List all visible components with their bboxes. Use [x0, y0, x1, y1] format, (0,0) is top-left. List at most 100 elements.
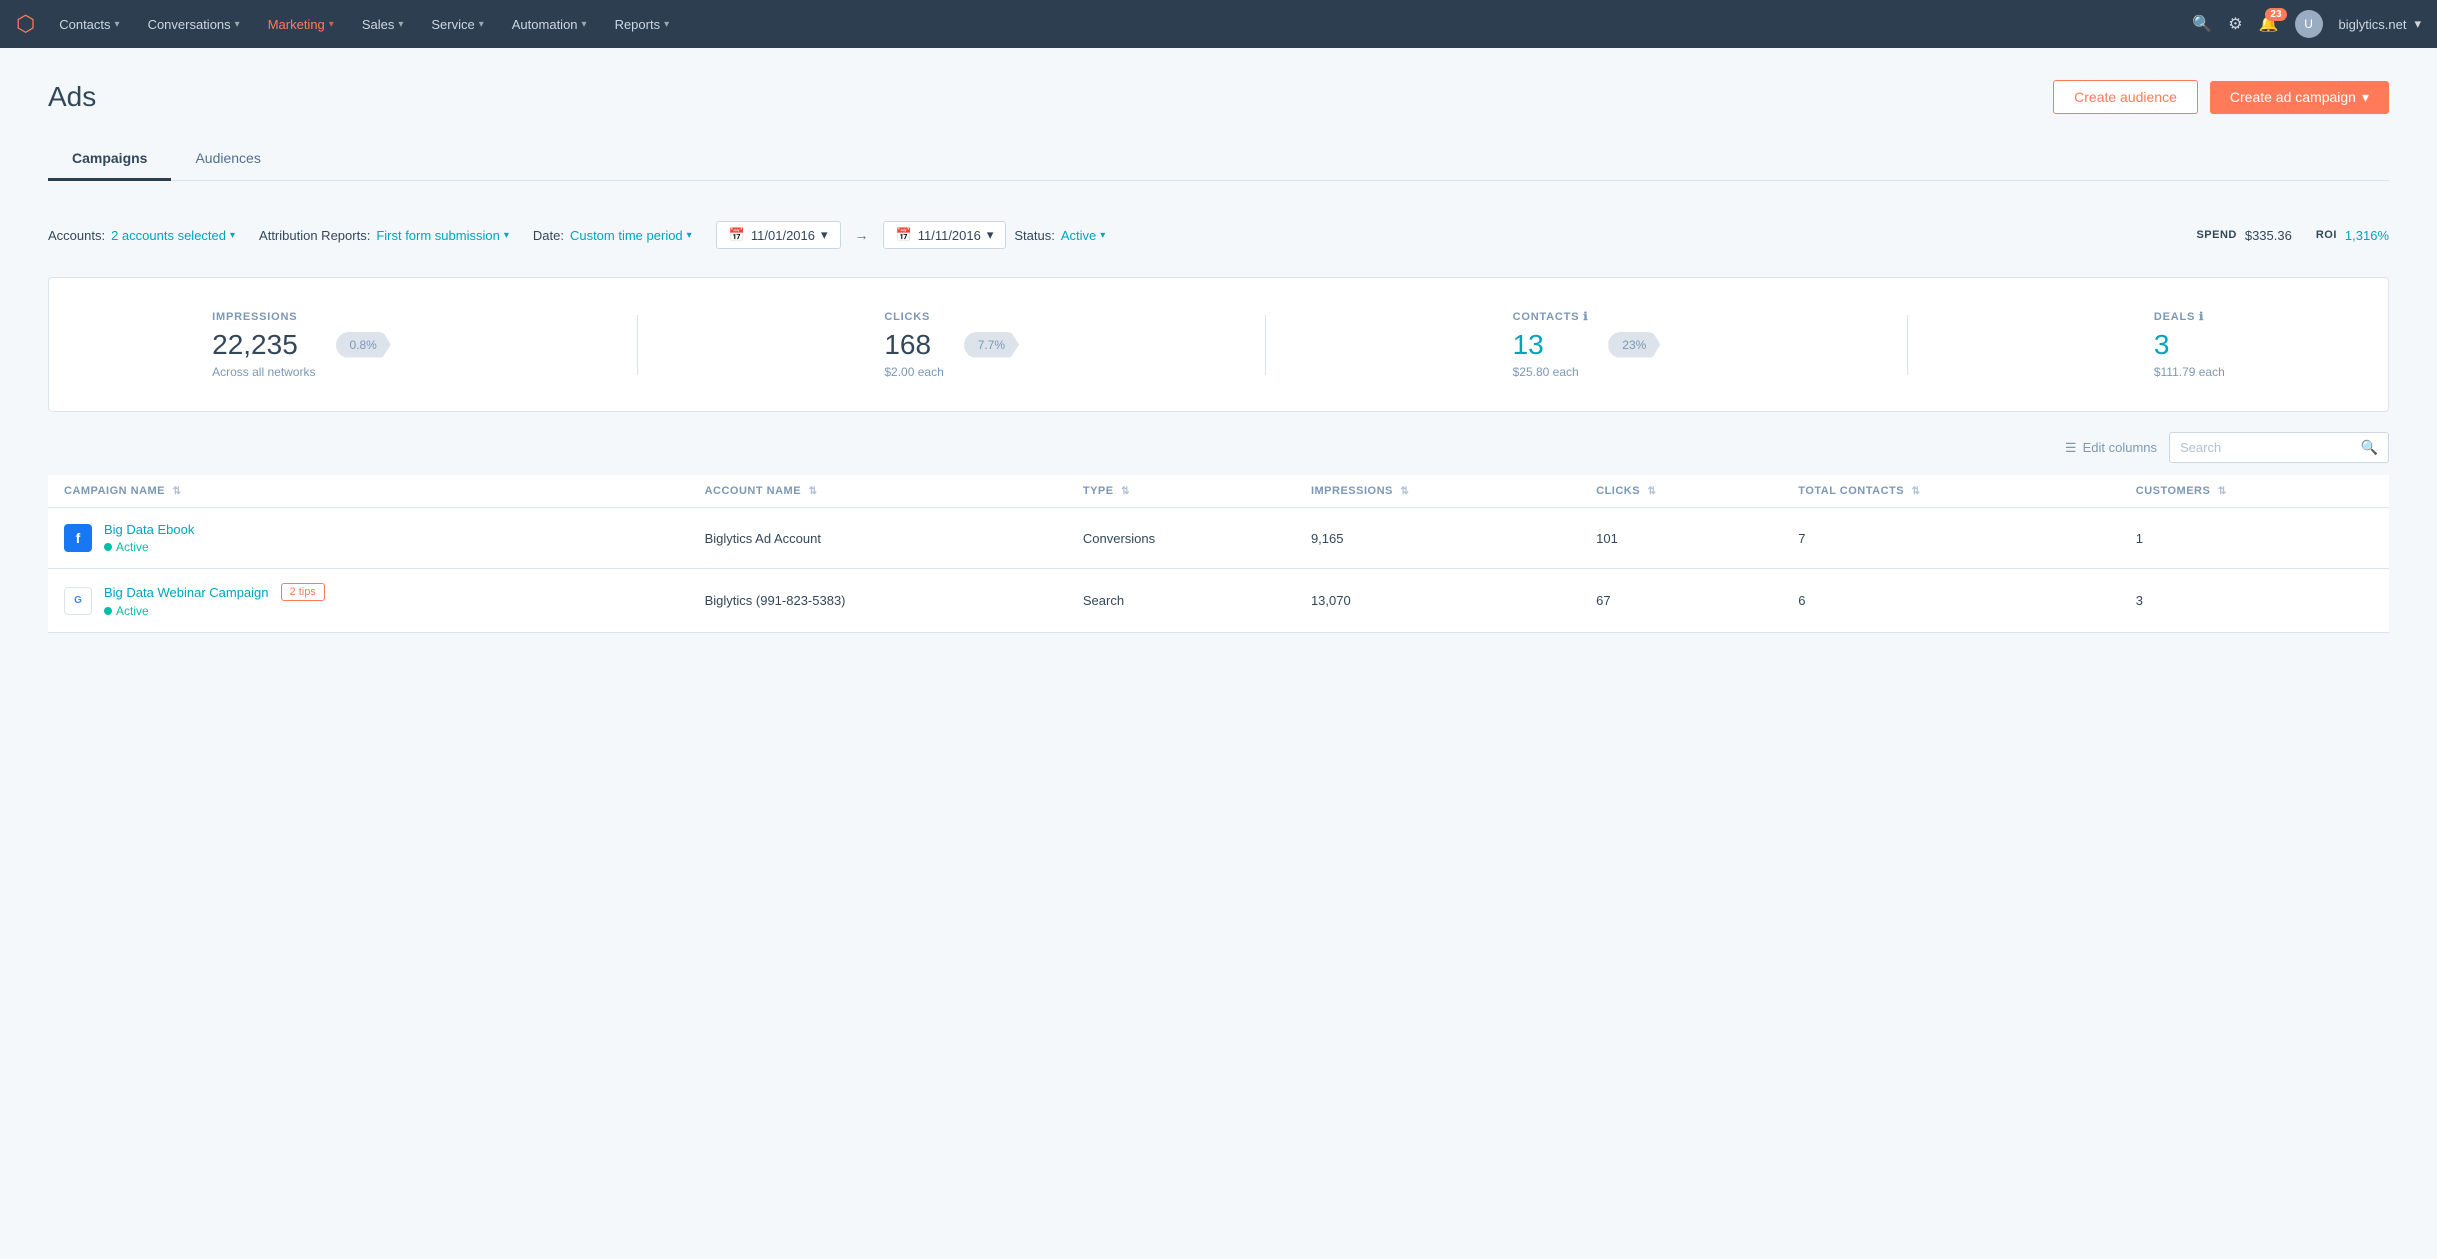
col-clicks[interactable]: CLICKS ⇅ — [1580, 475, 1782, 508]
col-campaign-name[interactable]: CAMPAIGN NAME ⇅ — [48, 475, 689, 508]
accounts-filter: Accounts: 2 accounts selected ▾ — [48, 228, 235, 243]
campaigns-table: CAMPAIGN NAME ⇅ ACCOUNT NAME ⇅ TYPE ⇅ IM… — [48, 475, 2389, 633]
create-campaign-caret: ▾ — [2362, 89, 2369, 106]
sort-type-icon: ⇅ — [1121, 486, 1130, 497]
nav-contacts[interactable]: Contacts ▾ — [47, 11, 131, 38]
clicks-info: CLICKS 168 $2.00 each — [884, 311, 943, 379]
settings-icon[interactable]: ⚙ — [2228, 14, 2242, 34]
accounts-dropdown[interactable]: 2 accounts selected ▾ — [111, 228, 235, 243]
impressions-info: IMPRESSIONS 22,235 Across all networks — [212, 311, 315, 379]
date-period-dropdown[interactable]: Custom time period ▾ — [570, 228, 692, 243]
sort-impressions-icon: ⇅ — [1400, 486, 1409, 497]
nav-sales-label: Sales — [362, 17, 395, 32]
col-type[interactable]: TYPE ⇅ — [1067, 475, 1295, 508]
sort-account-name-icon: ⇅ — [809, 486, 818, 497]
user-domain: biglytics.net — [2339, 17, 2407, 32]
nav-service-label: Service — [431, 17, 474, 32]
nav-conversations[interactable]: Conversations ▾ — [136, 11, 252, 38]
contacts-label: CONTACTS ℹ — [1513, 310, 1589, 323]
tips-badge[interactable]: 2 tips — [281, 583, 325, 601]
nav-sales[interactable]: Sales ▾ — [350, 11, 416, 38]
row2-status: Active — [104, 604, 325, 618]
nav-marketing[interactable]: Marketing ▾ — [256, 11, 346, 38]
deals-info-icon[interactable]: ℹ — [2199, 310, 2204, 323]
contacts-info-icon[interactable]: ℹ — [1583, 310, 1588, 323]
status-caret: ▾ — [1100, 230, 1105, 241]
sort-campaign-name-icon: ⇅ — [173, 486, 182, 497]
col-total-contacts[interactable]: TOTAL CONTACTS ⇅ — [1782, 475, 2119, 508]
row2-customers: 3 — [2120, 569, 2389, 633]
attribution-filter: Attribution Reports: First form submissi… — [259, 228, 509, 243]
notifications-button[interactable]: 🔔 23 — [2259, 14, 2279, 34]
nav-reports-label: Reports — [615, 17, 661, 32]
google-letters: G — [74, 595, 82, 606]
page-title: Ads — [48, 81, 96, 113]
sort-clicks-icon: ⇅ — [1648, 486, 1657, 497]
tab-audiences[interactable]: Audiences — [171, 138, 284, 181]
impressions-value: 22,235 — [212, 329, 315, 361]
attribution-label: Attribution Reports: — [259, 228, 370, 243]
roi-value: 1,316% — [2345, 228, 2389, 243]
date-to-button[interactable]: 📅 11/11/2016 ▾ — [883, 221, 1007, 249]
date-from-button[interactable]: 📅 11/01/2016 ▾ — [716, 221, 841, 249]
nav-service[interactable]: Service ▾ — [419, 11, 495, 38]
status-dropdown[interactable]: Active ▾ — [1061, 228, 1105, 243]
col-customers[interactable]: CUSTOMERS ⇅ — [2120, 475, 2389, 508]
row1-campaign-cell: f Big Data Ebook Active — [64, 522, 673, 554]
attribution-caret: ▾ — [504, 230, 509, 241]
row2-contacts: 6 — [1782, 569, 2119, 633]
contacts-arrow: 23% — [1608, 332, 1660, 358]
columns-icon: ☰ — [2065, 440, 2077, 456]
impressions-sub: Across all networks — [212, 365, 315, 379]
row1-status: Active — [104, 540, 194, 554]
nav-automation[interactable]: Automation ▾ — [500, 11, 599, 38]
col-impressions[interactable]: IMPRESSIONS ⇅ — [1295, 475, 1580, 508]
nav-conversations-caret: ▾ — [235, 19, 240, 30]
hubspot-logo[interactable]: ⬡ — [16, 11, 35, 37]
create-audience-button[interactable]: Create audience — [2053, 80, 2198, 114]
nav-reports[interactable]: Reports ▾ — [603, 11, 682, 38]
edit-columns-button[interactable]: ☰ Edit columns — [2065, 440, 2157, 456]
date-from-caret: ▾ — [821, 227, 828, 243]
table-row: G Big Data Webinar Campaign 2 tips — [48, 569, 2389, 633]
contacts-sub: $25.80 each — [1513, 365, 1589, 379]
row2-campaign: G Big Data Webinar Campaign 2 tips — [48, 569, 689, 633]
avatar[interactable]: U — [2295, 10, 2323, 38]
roi-label: ROI — [2316, 229, 2337, 241]
sort-customers-icon: ⇅ — [2218, 486, 2227, 497]
search-icon[interactable]: 🔍 — [2192, 14, 2212, 34]
row2-impressions: 13,070 — [1295, 569, 1580, 633]
nav-contacts-label: Contacts — [59, 17, 110, 32]
notification-badge: 23 — [2265, 8, 2286, 21]
calendar-to-icon: 📅 — [896, 227, 912, 243]
date-label: Date: — [533, 228, 564, 243]
search-input[interactable] — [2180, 440, 2353, 455]
table-row: f Big Data Ebook Active Biglytics Ad Acc… — [48, 508, 2389, 569]
attribution-dropdown[interactable]: First form submission ▾ — [376, 228, 509, 243]
row1-clicks: 101 — [1580, 508, 1782, 569]
nav-automation-label: Automation — [512, 17, 578, 32]
divider-1 — [637, 315, 638, 375]
clicks-value: 168 — [884, 329, 943, 361]
date-range: 📅 11/01/2016 ▾ → 📅 11/11/2016 ▾ — [716, 221, 1007, 249]
row1-contacts: 7 — [1782, 508, 2119, 569]
user-menu[interactable]: biglytics.net ▾ — [2339, 16, 2421, 32]
impressions-label: IMPRESSIONS — [212, 311, 315, 323]
impressions-arrow: 0.8% — [336, 332, 391, 358]
header-actions: Create audience Create ad campaign ▾ — [2053, 80, 2389, 114]
spend-item: SPEND $335.36 — [2196, 228, 2291, 243]
create-ad-campaign-button[interactable]: Create ad campaign ▾ — [2210, 81, 2389, 114]
clicks-stat: CLICKS 168 $2.00 each 7.7% — [884, 311, 1019, 379]
row1-campaign: f Big Data Ebook Active — [48, 508, 689, 569]
accounts-caret: ▾ — [230, 230, 235, 241]
row2-type: Search — [1067, 569, 1295, 633]
table-section: ☰ Edit columns 🔍 CAMPAIGN NAME ⇅ ACCOUNT… — [48, 432, 2389, 633]
col-account-name[interactable]: ACCOUNT NAME ⇅ — [689, 475, 1067, 508]
row1-account: Biglytics Ad Account — [689, 508, 1067, 569]
row2-campaign-link[interactable]: Big Data Webinar Campaign — [104, 585, 269, 600]
spend-roi-summary: SPEND $335.36 ROI 1,316% — [2196, 228, 2389, 243]
tab-campaigns[interactable]: Campaigns — [48, 138, 171, 181]
page-header: Ads Create audience Create ad campaign ▾ — [48, 80, 2389, 114]
row1-campaign-link[interactable]: Big Data Ebook — [104, 522, 194, 537]
top-navigation: ⬡ Contacts ▾ Conversations ▾ Marketing ▾… — [0, 0, 2437, 48]
